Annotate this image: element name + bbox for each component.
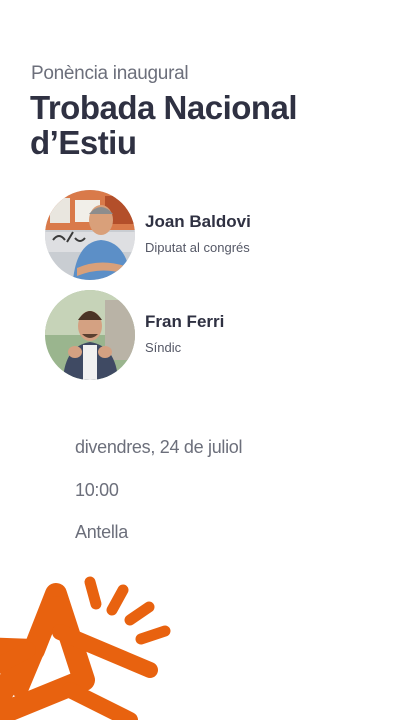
avatar xyxy=(45,290,135,380)
event-title: Trobada Nacional d’Estiu xyxy=(30,89,298,161)
speaker-name: Joan Baldovi xyxy=(145,212,251,231)
star-burst-logo-icon xyxy=(0,576,171,720)
event-subtitle: Ponència inaugural xyxy=(31,63,189,84)
speaker-name: Fran Ferri xyxy=(145,312,225,331)
event-place: Antella xyxy=(75,522,128,542)
event-date: divendres, 24 de juliol xyxy=(75,437,243,457)
avatar xyxy=(45,190,135,280)
speaker-role: Síndic xyxy=(145,340,182,355)
speaker-card: Fran Ferri Síndic xyxy=(45,290,375,380)
event-time: 10:00 xyxy=(75,480,119,500)
speaker-role: Diputat al congrés xyxy=(145,240,250,255)
speaker-card: Joan Baldovi Diputat al congrés xyxy=(45,190,375,280)
